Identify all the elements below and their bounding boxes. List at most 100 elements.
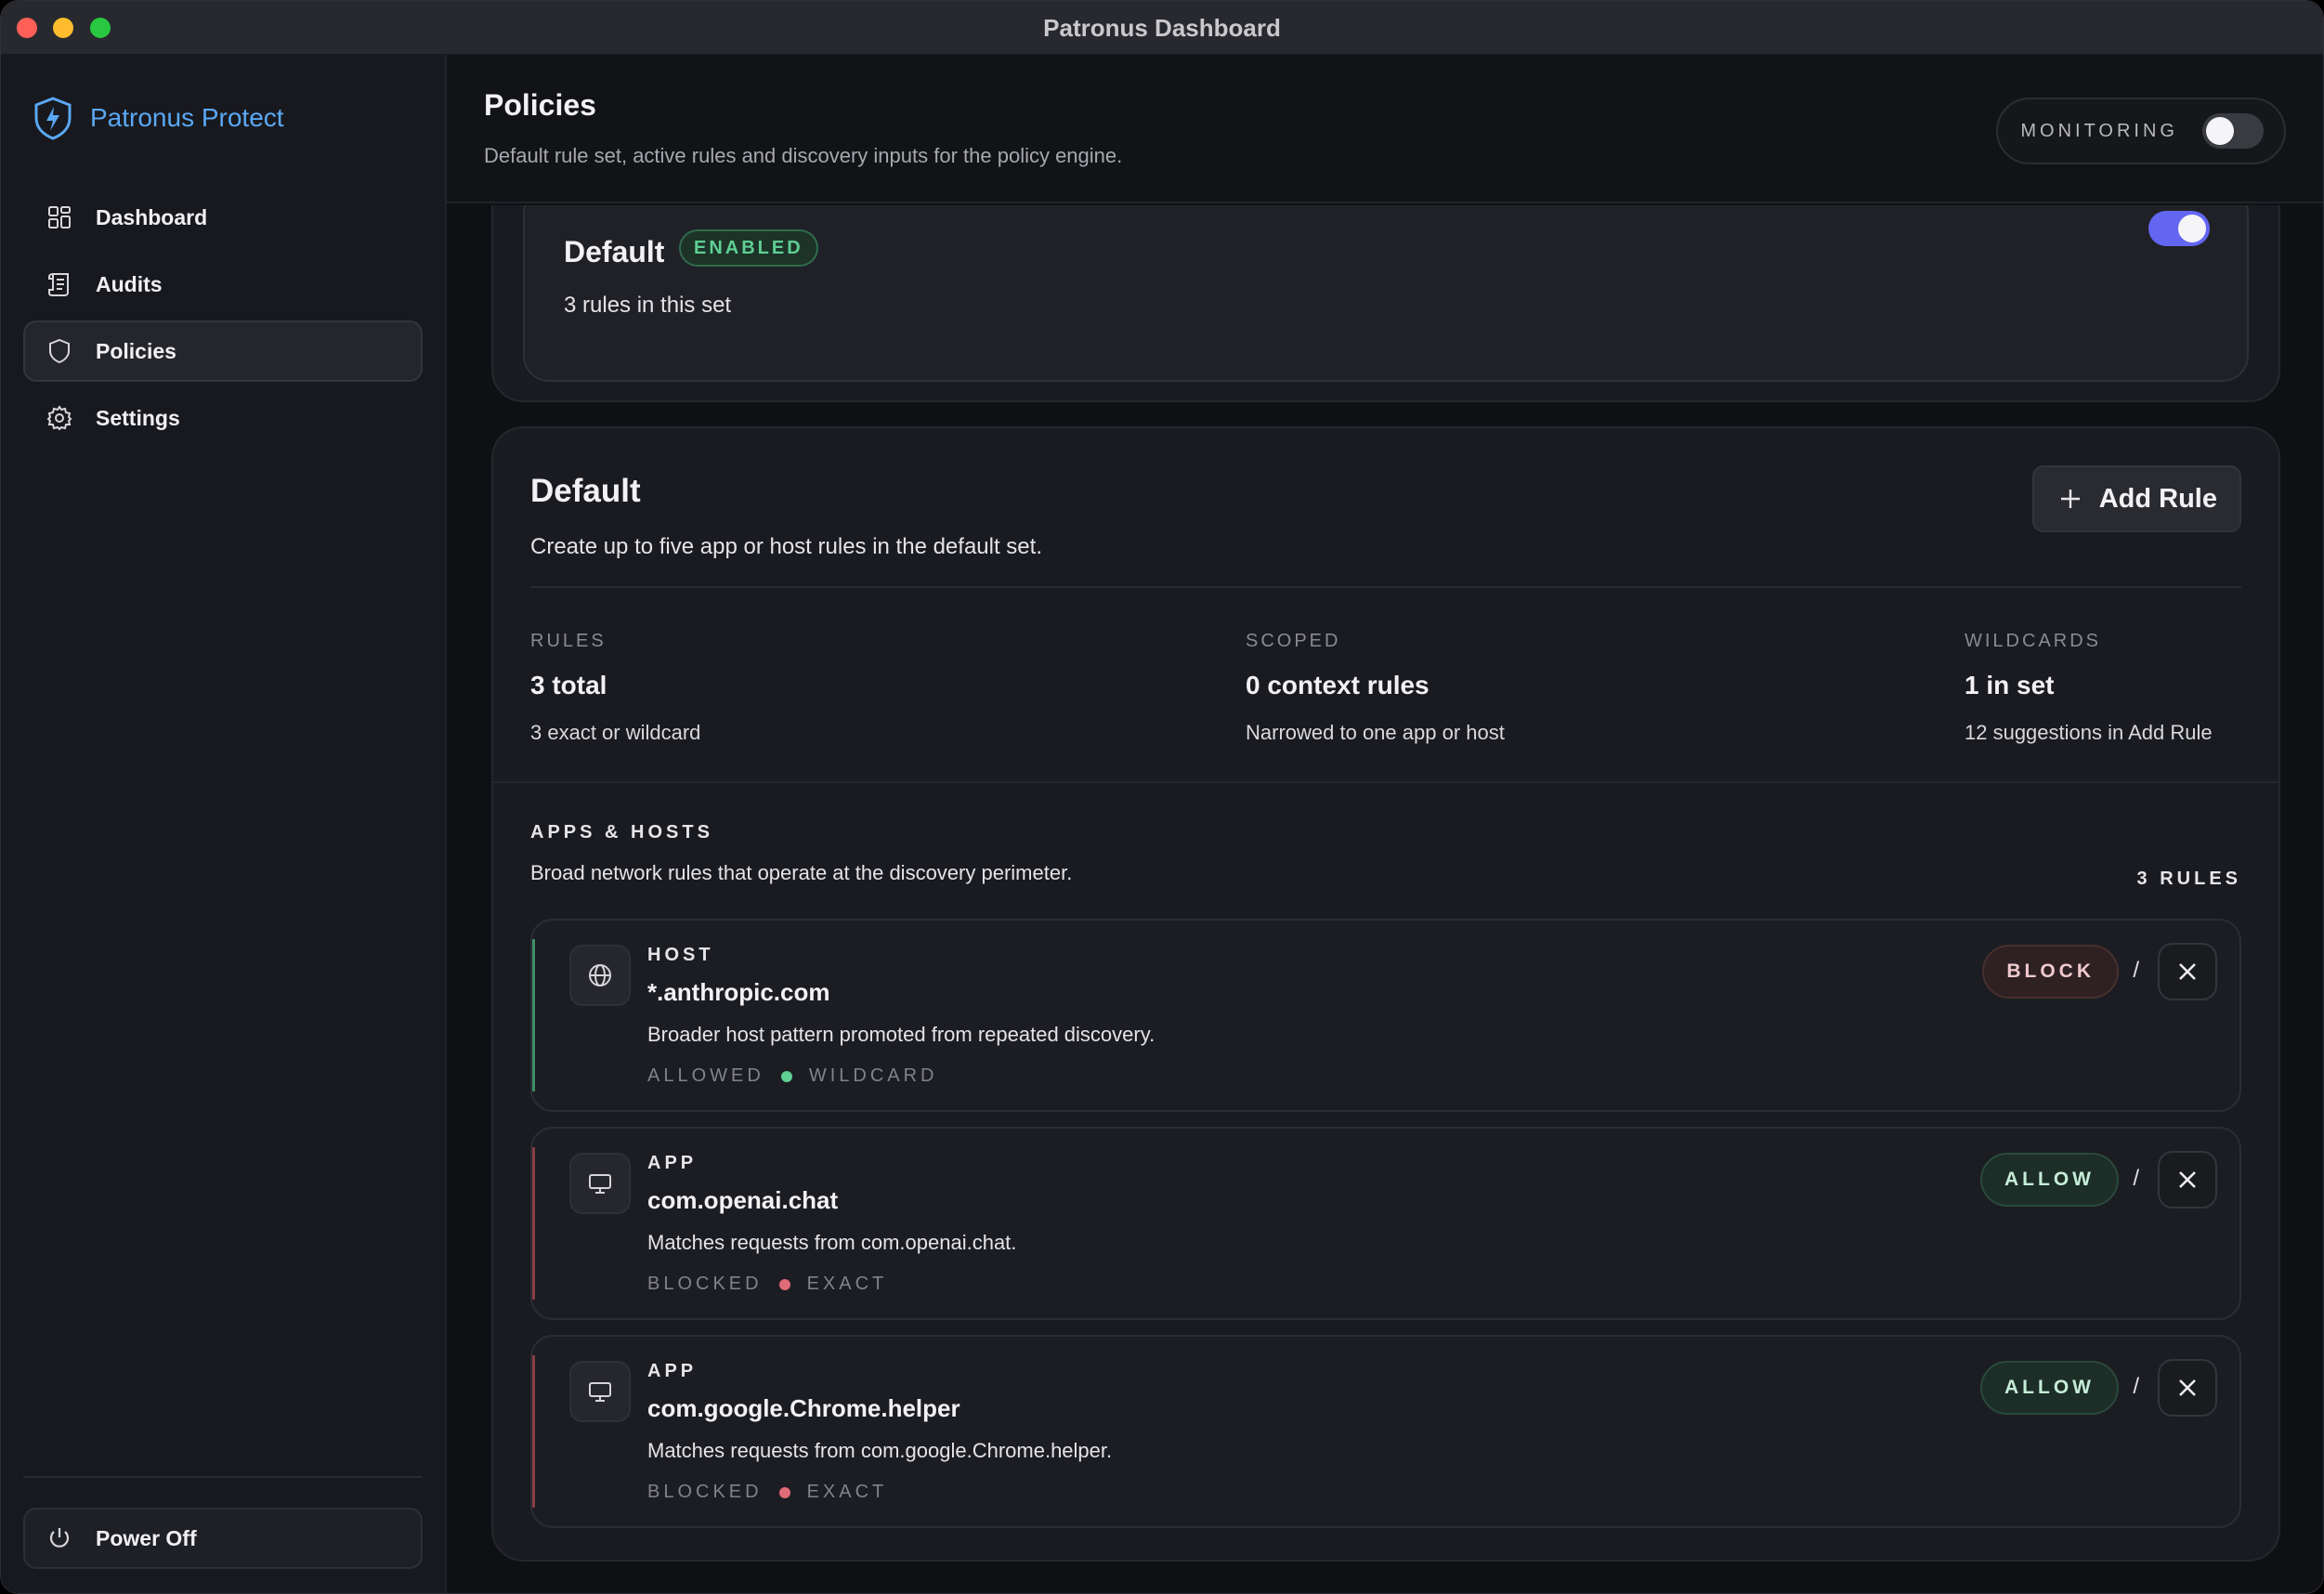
allow-button[interactable]: ALLOW bbox=[1980, 1153, 2119, 1207]
rule-status: BLOCKED bbox=[647, 1482, 763, 1502]
app-window: Patronus Dashboard Patronus Protect Dash… bbox=[0, 0, 2324, 1594]
plus-icon bbox=[2060, 490, 2080, 508]
grid-icon bbox=[48, 206, 71, 229]
rule-description: Matches requests from com.google.Chrome.… bbox=[647, 1439, 1113, 1462]
close-icon bbox=[2179, 1171, 2196, 1188]
rule-status: BLOCKED bbox=[647, 1274, 763, 1294]
close-icon bbox=[2179, 1379, 2196, 1396]
apps-hosts-subtitle: Broad network rules that operate at the … bbox=[530, 861, 1073, 884]
rule-set-toggle[interactable] bbox=[2148, 211, 2210, 246]
rule-match: WILDCARD bbox=[808, 1065, 938, 1086]
rule-row[interactable]: APP com.openai.chat Matches requests fro… bbox=[530, 1127, 2241, 1320]
action-separator: / bbox=[2133, 1166, 2139, 1191]
rule-accent-bar bbox=[532, 939, 535, 1091]
page-title: Policies bbox=[484, 88, 596, 122]
stat-label: WILDCARDS bbox=[1965, 631, 2102, 651]
rule-set-summary: 3 rules in this set bbox=[564, 293, 732, 318]
rule-type: APP bbox=[647, 1153, 698, 1173]
divider bbox=[530, 586, 2241, 588]
rule-accent-bar bbox=[532, 1147, 535, 1300]
sidebar-nav: Dashboard Audits Policies Settings bbox=[23, 187, 423, 454]
sidebar-item-policies[interactable]: Policies bbox=[23, 320, 423, 382]
rule-set-name: Default bbox=[564, 235, 665, 268]
rule-name: com.google.Chrome.helper bbox=[647, 1394, 960, 1422]
stat-rules: RULES 3 total 3 exact or wildcard bbox=[530, 631, 700, 745]
stat-note: Narrowed to one app or host bbox=[1246, 721, 1505, 744]
window-title: Patronus Dashboard bbox=[1043, 14, 1281, 42]
rule-icon-wrap bbox=[569, 1361, 631, 1422]
main-area: Policies Default rule set, active rules … bbox=[447, 55, 2323, 1593]
scroll-content[interactable]: Default ENABLED 3 rules in this set Defa… bbox=[447, 205, 2323, 1593]
status-dot bbox=[778, 1278, 790, 1290]
stat-label: SCOPED bbox=[1246, 631, 1341, 651]
monitor-icon bbox=[589, 1382, 611, 1402]
rule-match: EXACT bbox=[806, 1274, 888, 1294]
sidebar-item-audits[interactable]: Audits bbox=[23, 254, 423, 315]
add-rule-label: Add Rule bbox=[2098, 483, 2217, 514]
stat-value: 0 context rules bbox=[1246, 671, 1430, 699]
apps-hosts-label: APPS & HOSTS bbox=[530, 822, 713, 843]
sidebar-item-dashboard[interactable]: Dashboard bbox=[23, 187, 423, 248]
stat-label: RULES bbox=[530, 631, 607, 651]
remove-rule-button[interactable] bbox=[2158, 1151, 2217, 1209]
stat-note: 3 exact or wildcard bbox=[530, 721, 701, 744]
rule-row[interactable]: APP com.google.Chrome.helper Matches req… bbox=[530, 1335, 2241, 1528]
section-subtitle: Create up to five app or host rules in t… bbox=[530, 534, 1042, 559]
section-title: Default bbox=[530, 473, 641, 509]
title-bar: Patronus Dashboard bbox=[1, 1, 2323, 55]
allow-button[interactable]: ALLOW bbox=[1980, 1361, 2119, 1415]
block-button[interactable]: BLOCK bbox=[1982, 945, 2119, 999]
monitoring-label: MONITORING bbox=[2020, 120, 2178, 141]
status-dot bbox=[780, 1070, 792, 1082]
monitor-icon bbox=[589, 1174, 611, 1194]
rule-description: Matches requests from com.openai.chat. bbox=[647, 1231, 1017, 1254]
page-subtitle: Default rule set, active rules and disco… bbox=[484, 144, 1123, 167]
rule-row[interactable]: HOST *.anthropic.com Broader host patter… bbox=[530, 919, 2241, 1112]
gear-icon bbox=[46, 405, 72, 431]
sidebar-item-label: Audits bbox=[96, 271, 163, 296]
remove-rule-button[interactable] bbox=[2158, 943, 2217, 1000]
rule-meta: ALLOWED WILDCARD bbox=[647, 1065, 937, 1087]
sidebar-item-settings[interactable]: Settings bbox=[23, 387, 423, 449]
stat-value: 1 in set bbox=[1965, 671, 2055, 699]
shield-logo-icon bbox=[34, 97, 72, 140]
rule-description: Broader host pattern promoted from repea… bbox=[647, 1023, 1155, 1046]
power-icon bbox=[49, 1528, 70, 1548]
rule-icon-wrap bbox=[569, 1153, 631, 1214]
rule-meta: BLOCKED EXACT bbox=[647, 1482, 887, 1503]
rule-set-card[interactable]: Default ENABLED 3 rules in this set bbox=[523, 205, 2249, 382]
rule-match: EXACT bbox=[806, 1482, 888, 1502]
stat-note: 12 suggestions in Add Rule bbox=[1965, 721, 2213, 744]
rule-type: APP bbox=[647, 1361, 698, 1381]
brand-name: Patronus Protect bbox=[90, 103, 284, 132]
toggle-knob bbox=[2178, 215, 2206, 242]
sidebar-item-label: Policies bbox=[96, 338, 176, 363]
rule-icon-wrap bbox=[569, 945, 631, 1006]
sidebar-item-label: Dashboard bbox=[96, 204, 208, 229]
add-rule-button[interactable]: Add Rule bbox=[2031, 465, 2241, 532]
status-dot bbox=[778, 1486, 790, 1498]
stat-wildcards: WILDCARDS 1 in set 12 suggestions in Add… bbox=[1965, 631, 2213, 745]
remove-rule-button[interactable] bbox=[2158, 1359, 2217, 1417]
stat-scoped: SCOPED 0 context rules Narrowed to one a… bbox=[1246, 631, 1505, 745]
rule-meta: BLOCKED EXACT bbox=[647, 1274, 887, 1295]
rules-count: 3 RULES bbox=[2136, 869, 2241, 889]
sidebar-divider bbox=[23, 1476, 423, 1478]
rule-accent-bar bbox=[532, 1355, 535, 1508]
action-separator: / bbox=[2133, 958, 2139, 983]
monitoring-toggle[interactable] bbox=[2202, 113, 2264, 149]
power-off-button[interactable]: Power Off bbox=[23, 1508, 423, 1569]
page-header: Policies Default rule set, active rules … bbox=[447, 55, 2323, 203]
rule-set-toggle-wrap bbox=[2148, 211, 2210, 246]
rule-name: *.anthropic.com bbox=[647, 978, 830, 1006]
scroll-icon bbox=[48, 273, 69, 296]
action-separator: / bbox=[2133, 1374, 2139, 1399]
globe-icon bbox=[589, 964, 611, 986]
rule-status: ALLOWED bbox=[647, 1065, 764, 1086]
rules-panel: Default Create up to five app or host ru… bbox=[491, 426, 2280, 1561]
toggle-knob bbox=[2206, 117, 2234, 145]
shield-icon bbox=[49, 338, 70, 364]
status-badge: ENABLED bbox=[679, 229, 818, 267]
brand[interactable]: Patronus Protect bbox=[33, 96, 284, 140]
rule-name: com.openai.chat bbox=[647, 1186, 839, 1214]
